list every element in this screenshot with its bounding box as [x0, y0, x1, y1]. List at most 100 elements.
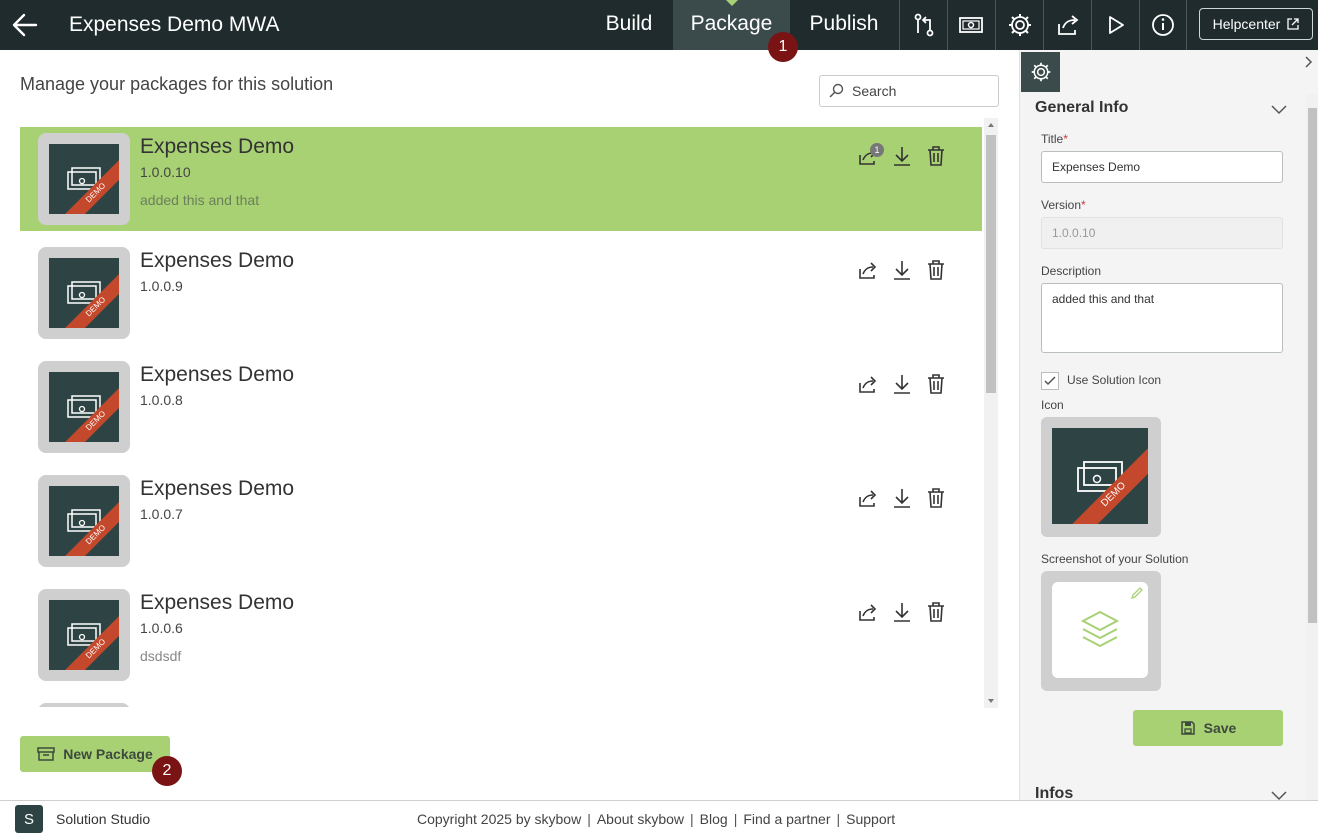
package-version: 1.0.0.6	[140, 620, 183, 636]
package-row[interactable]: DEMO Expenses Demo 1.0.0.8	[20, 355, 982, 459]
package-thumbnail: DEMO	[38, 133, 130, 225]
share-count-badge: 1	[870, 143, 884, 157]
footer-link-partner[interactable]: Find a partner	[743, 811, 830, 827]
chevron-down-icon[interactable]	[1270, 103, 1288, 115]
solution-studio-logo: S	[15, 805, 43, 833]
download-icon[interactable]	[891, 373, 913, 395]
app-title: Expenses Demo MWA	[69, 13, 280, 36]
version-label: Version*	[1041, 198, 1086, 212]
save-button[interactable]: Save	[1133, 710, 1283, 746]
package-thumbnail: DEMO	[38, 247, 130, 339]
helpcenter-label: Helpcenter	[1212, 16, 1281, 32]
share-icon[interactable]	[857, 259, 879, 281]
tab-build[interactable]: Build	[590, 0, 668, 50]
delete-icon[interactable]	[925, 487, 947, 509]
package-version: 1.0.0.10	[140, 164, 191, 180]
new-package-label: New Package	[63, 746, 153, 762]
play-icon[interactable]	[1091, 0, 1139, 50]
footer-links: Copyright 2025 by skybow | About skybow …	[417, 811, 896, 827]
package-row[interactable]: DEMO Expenses Demo 1.0.0.10 added this a…	[20, 127, 982, 231]
step-marker-1: 1	[768, 32, 798, 62]
package-thumbnail: DEMO	[38, 475, 130, 567]
package-title: Expenses Demo	[140, 363, 295, 386]
download-icon[interactable]	[891, 259, 913, 281]
checkmark-icon	[1044, 376, 1056, 386]
gear-icon[interactable]	[995, 0, 1043, 50]
package-version: 1.0.0.9	[140, 278, 183, 294]
top-bar: Expenses Demo MWA Build Package Publish …	[0, 0, 1318, 50]
use-solution-icon-label: Use Solution Icon	[1067, 373, 1162, 387]
git-compare-icon[interactable]	[899, 0, 947, 50]
screenshot-preview[interactable]	[1041, 571, 1161, 691]
description-field[interactable]: added this and that	[1041, 283, 1283, 353]
package-row-partial[interactable]	[20, 697, 982, 707]
screenshot-label: Screenshot of your Solution	[1041, 552, 1189, 566]
save-label: Save	[1203, 720, 1237, 736]
active-tab-indicator	[725, 0, 738, 6]
package-thumbnail: DEMO	[38, 589, 130, 681]
chevron-right-icon[interactable]	[1300, 54, 1316, 70]
helpcenter-button[interactable]: Helpcenter	[1199, 8, 1313, 40]
save-icon	[1180, 721, 1195, 735]
download-icon[interactable]	[891, 145, 913, 167]
icon-label: Icon	[1041, 398, 1064, 412]
title-field[interactable]: Expenses Demo	[1041, 151, 1283, 183]
description-label: Description	[1041, 264, 1102, 278]
page-title: Manage your packages for this solution	[20, 74, 334, 94]
panel-scrollbar-thumb[interactable]	[1308, 108, 1317, 623]
title-label: Title*	[1041, 132, 1068, 146]
share-icon[interactable]	[857, 373, 879, 395]
package-thumbnail: DEMO	[38, 361, 130, 453]
package-version: 1.0.0.8	[140, 392, 183, 408]
properties-panel: General Info Title* Expenses Demo Versio…	[1019, 50, 1318, 802]
use-solution-icon-checkbox[interactable]	[1041, 372, 1059, 390]
delete-icon[interactable]	[925, 145, 947, 167]
tab-publish[interactable]: Publish	[795, 0, 893, 50]
package-version: 1.0.0.7	[140, 506, 183, 522]
package-list: DEMO Expenses Demo 1.0.0.10 added this a…	[20, 127, 982, 707]
footer-copyright: Copyright 2025 by skybow	[417, 811, 582, 827]
new-package-button[interactable]: New Package	[20, 736, 170, 772]
section-general-info[interactable]: General Info	[1035, 99, 1128, 117]
delete-icon[interactable]	[925, 601, 947, 623]
package-description: dsdsdf	[140, 648, 182, 664]
tab-package-label: Package	[690, 12, 773, 35]
search-icon	[829, 83, 844, 98]
version-field: 1.0.0.10	[1041, 217, 1283, 249]
download-icon[interactable]	[891, 487, 913, 509]
package-description: added this and that	[140, 192, 260, 208]
footer-link-about[interactable]: About skybow	[597, 811, 684, 827]
package-row[interactable]: DEMO Expenses Demo 1.0.0.9	[20, 241, 982, 345]
info-icon[interactable]	[1139, 0, 1187, 50]
package-thumbnail	[38, 703, 130, 707]
solution-icon-preview[interactable]: DEMO	[1041, 417, 1161, 537]
footer: S Solution Studio Copyright 2025 by skyb…	[0, 800, 1318, 835]
step-marker-2: 2	[152, 756, 182, 786]
list-scrollbar-thumb[interactable]	[986, 135, 996, 393]
download-icon[interactable]	[891, 601, 913, 623]
package-row[interactable]: DEMO Expenses Demo 1.0.0.6 dsdsdf	[20, 583, 982, 687]
package-title: Expenses Demo	[140, 249, 295, 272]
cash-icon[interactable]	[947, 0, 995, 50]
share-icon[interactable]	[1043, 0, 1091, 50]
back-arrow-icon[interactable]	[8, 8, 42, 42]
pencil-icon[interactable]	[1130, 586, 1144, 600]
search-placeholder: Search	[852, 83, 897, 99]
package-title: Expenses Demo	[140, 135, 295, 158]
share-icon[interactable]	[857, 487, 879, 509]
search-input[interactable]: Search	[819, 75, 999, 107]
external-link-icon	[1287, 18, 1299, 30]
scroll-down-icon[interactable]	[984, 696, 998, 706]
footer-link-blog[interactable]: Blog	[700, 811, 728, 827]
scroll-up-icon[interactable]	[984, 120, 998, 130]
package-title: Expenses Demo	[140, 477, 295, 500]
delete-icon[interactable]	[925, 259, 947, 281]
package-row[interactable]: DEMO Expenses Demo 1.0.0.7	[20, 469, 982, 573]
gear-icon[interactable]	[1021, 52, 1060, 92]
archive-icon	[37, 747, 55, 761]
footer-link-support[interactable]: Support	[846, 811, 895, 827]
footer-brand: Solution Studio	[56, 811, 151, 827]
share-icon[interactable]	[857, 601, 879, 623]
package-title: Expenses Demo	[140, 591, 295, 614]
delete-icon[interactable]	[925, 373, 947, 395]
